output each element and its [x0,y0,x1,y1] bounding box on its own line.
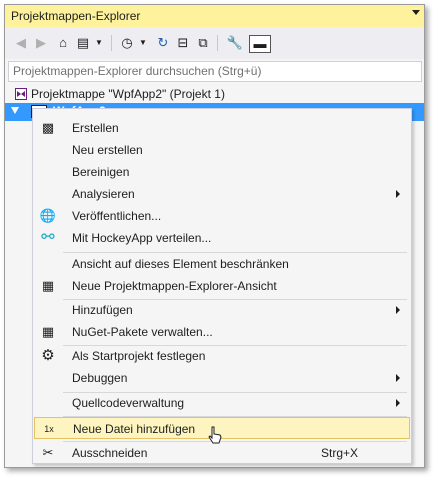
collapse-all-icon[interactable]: ⊟ [175,35,191,51]
forward-icon[interactable]: ▶ [33,35,49,51]
menu-item-shortcut: Strg+X [321,446,359,460]
solution-label: Projektmappe "WpfApp2" (Projekt 1) [31,87,225,101]
publish-globe-icon: 🌐 [39,208,57,223]
pending-changes-icon[interactable]: ◷ [119,35,135,51]
submenu-arrow-icon [396,374,400,382]
scissors-icon: ✂ [42,445,54,460]
window-title: Projektmappen-Explorer [11,9,141,23]
menu-item-neu-erstellen[interactable]: Neu erstellen [34,139,410,161]
preview-icon[interactable]: ▬ [249,35,271,53]
tree-item-solution[interactable]: Projektmappe "WpfApp2" (Projekt 1) [5,85,424,103]
menu-item-label: Analysieren [72,187,135,201]
menu-item-neue-ansicht[interactable]: ▦ Neue Projektmappen-Explorer-Ansicht [34,275,410,297]
menu-item-label: Als Startprojekt festlegen [72,349,206,363]
submenu-arrow-icon [396,306,400,314]
dropdown-icon[interactable]: ▼ [135,35,151,51]
menu-item-label: Erstellen [72,121,119,135]
menu-item-erstellen[interactable]: ▩ Erstellen [34,117,410,139]
menu-item-label: Ansicht auf dieses Element beschränken [72,257,289,271]
menu-item-label: Neu erstellen [72,143,143,157]
menu-item-hinzufuegen[interactable]: Hinzufügen [34,299,410,321]
menu-item-bereinigen[interactable]: Bereinigen [34,161,410,183]
solution-icon [15,88,27,100]
menu-item-label: Hinzufügen [72,303,133,317]
toolbar-divider [111,35,112,51]
menu-item-quellcodeverwaltung[interactable]: Quellcodeverwaltung [34,392,410,414]
menu-item-label: Veröffentlichen... [72,209,162,223]
title-bar[interactable]: Projektmappen-Explorer [5,5,424,27]
toolbar-divider [217,35,218,51]
submenu-arrow-icon [396,190,400,198]
menu-item-analysieren[interactable]: Analysieren [34,183,410,205]
new-view-icon: ▦ [41,278,55,293]
toolbar: ◀ ▶ ⌂ ▤ ▼ ◷ ▼ ↻ ⊟ ⧉ 🔧 ▬ [5,27,424,59]
search-box[interactable]: Projektmappen-Explorer durchsuchen (Strg… [8,61,422,82]
menu-item-label: Bereinigen [72,165,130,179]
menu-item-label: NuGet-Pakete verwalten... [72,325,213,339]
sync-icon[interactable]: ↻ [155,35,171,51]
home-icon[interactable]: ⌂ [55,35,71,51]
submenu-arrow-icon [396,399,400,407]
menu-item-label: Neue Datei hinzufügen [73,422,196,436]
menu-item-debuggen[interactable]: Debuggen [34,367,410,389]
menu-item-ansicht-beschraenken[interactable]: Ansicht auf dieses Element beschränken [34,253,410,275]
menu-item-startprojekt[interactable]: ⚙ Als Startprojekt festlegen [34,345,410,367]
dropdown-icon[interactable]: ▼ [91,35,107,51]
back-icon[interactable]: ◀ [13,35,29,51]
screenshot-page: Projektmappen-Explorer ◀ ▶ ⌂ ▤ ▼ ◷ ▼ ↻ ⊟… [0,0,436,478]
search-input[interactable]: Projektmappen-Explorer durchsuchen (Strg… [13,64,261,78]
menu-item-veroeffentlichen[interactable]: 🌐 Veröffentlichen... [34,205,410,227]
expand-arrow-icon[interactable] [11,107,19,114]
new-file-icon: 1x [44,424,54,434]
gear-icon: ⚙ [41,347,55,364]
properties-icon[interactable]: 🔧 [227,35,243,51]
nuget-icon: ▦ [41,324,55,339]
mouse-cursor-icon [208,426,222,444]
context-menu: ▩ Erstellen Neu erstellen Bereinigen Ana… [32,108,412,464]
window-menu-arrow-icon[interactable] [412,10,420,15]
menu-item-nuget[interactable]: ▦ NuGet-Pakete verwalten... [34,321,410,343]
menu-item-label: Mit HockeyApp verteilen... [72,231,212,245]
menu-item-hockeyapp[interactable]: ⚯ Mit HockeyApp verteilen... [34,227,410,249]
hockeyapp-icon: ⚯ [41,229,55,246]
menu-item-label: Ausschneiden [72,446,148,460]
menu-item-label: Neue Projektmappen-Explorer-Ansicht [72,279,277,293]
show-all-files-icon[interactable]: ⧉ [195,35,211,51]
build-icon: ▩ [41,120,55,135]
menu-item-label: Quellcodeverwaltung [72,396,185,410]
menu-item-label: Debuggen [72,371,128,385]
switch-views-icon[interactable]: ▤ [75,35,91,51]
